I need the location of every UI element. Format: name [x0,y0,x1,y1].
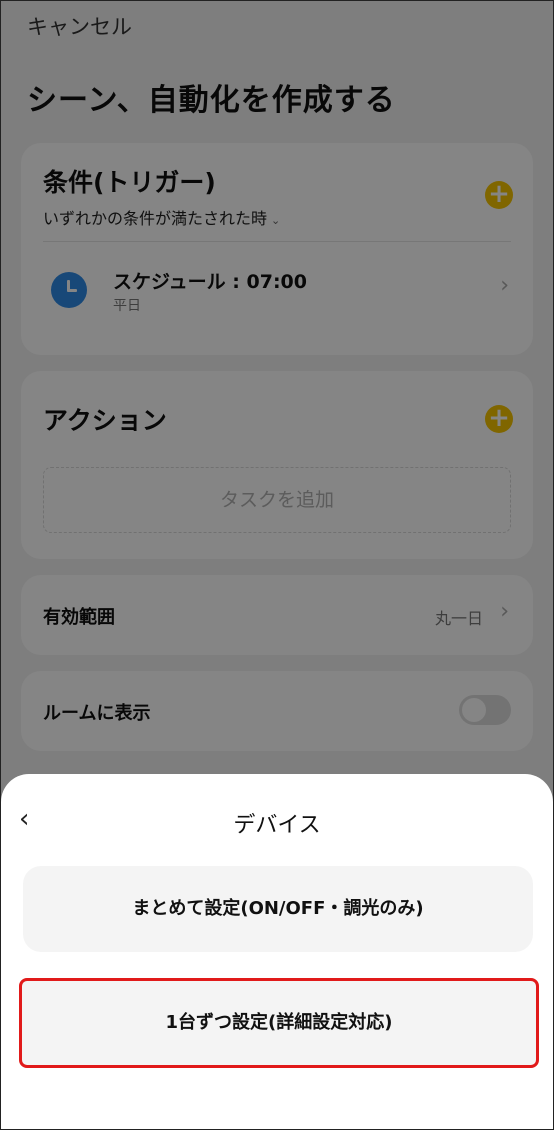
bulk-setting-button[interactable]: まとめて設定(ON/OFF・調光のみ) [23,866,533,952]
sheet-title: デバイス [233,813,321,838]
screen: キャンセル シーン、自動化を作成する 条件(トリガー) + いずれかの条件が満た… [0,0,554,1130]
individual-setting-button[interactable]: 1台ずつ設定(詳細設定対応) [19,978,539,1068]
device-bottom-sheet: ‹ デバイス まとめて設定(ON/OFF・調光のみ) 1台ずつ設定(詳細設定対応… [1,774,553,1129]
